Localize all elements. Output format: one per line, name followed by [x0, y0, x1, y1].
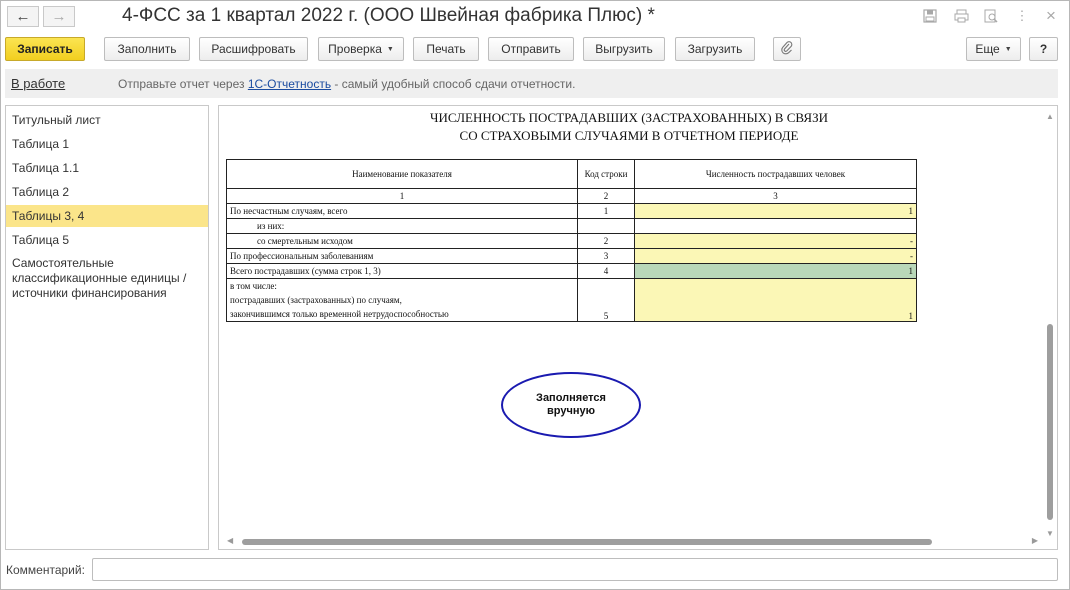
preview-icon[interactable]: [983, 8, 999, 24]
table-row: со смертельным исходом 2 -: [226, 233, 917, 249]
check-dropdown[interactable]: Проверка ▼: [318, 37, 404, 61]
forward-button[interactable]: →: [43, 6, 75, 27]
attach-button[interactable]: [773, 37, 801, 61]
row-code: [577, 218, 635, 234]
arrow-left-icon: ←: [15, 8, 31, 25]
value-cell[interactable]: 1: [634, 278, 917, 322]
row-name-line: пострадавших (застрахованных) по случаям…: [230, 295, 402, 305]
note-line-1: Заполняется: [536, 392, 606, 404]
status-link[interactable]: В работе: [11, 76, 65, 91]
more-dropdown[interactable]: Еще ▼: [966, 37, 1021, 61]
1c-reporting-link[interactable]: 1С-Отчетность: [248, 77, 331, 91]
section-item-title-page[interactable]: Титульный лист: [6, 109, 208, 131]
row-code: 2: [577, 233, 635, 249]
table-row: в том числе: пострадавших (застрахованны…: [226, 278, 917, 322]
manual-fill-note: Заполняется вручную: [501, 372, 641, 438]
row-name-line: в том числе:: [230, 281, 277, 291]
table-header-row: Наименование показателя Код строки Числе…: [226, 159, 917, 189]
value-cell[interactable]: 1: [634, 203, 917, 219]
info-message-after: - самый удобный способ сдачи отчетности.: [331, 77, 576, 91]
export-button[interactable]: Выгрузить: [583, 37, 665, 61]
row-name: со смертельным исходом: [226, 233, 578, 249]
more-icon[interactable]: ⋮: [1014, 8, 1030, 24]
report-area: ЧИСЛЕННОСТЬ ПОСТРАДАВШИХ (ЗАСТРАХОВАННЫХ…: [218, 105, 1058, 550]
row-name: в том числе: пострадавших (застрахованны…: [226, 278, 578, 322]
table-row: из них:: [226, 218, 917, 234]
window-title: 4-ФСС за 1 квартал 2022 г. (ООО Швейная …: [122, 5, 655, 26]
table-row: Всего пострадавших (сумма строк 1, 3) 4 …: [226, 263, 917, 279]
value-cell: [634, 218, 917, 234]
scroll-left-icon[interactable]: ◀: [227, 536, 233, 545]
print-icon[interactable]: [953, 8, 969, 24]
row-name: Всего пострадавших (сумма строк 1, 3): [226, 263, 578, 279]
row-code: 1: [577, 203, 635, 219]
close-glyph: ×: [1046, 6, 1056, 25]
comment-label: Комментарий:: [6, 563, 85, 577]
caret-down-icon: ▼: [1004, 45, 1012, 53]
arrow-right-icon: →: [51, 8, 67, 25]
value-cell-calculated[interactable]: 1: [634, 263, 917, 279]
column-number: 2: [577, 188, 635, 204]
horizontal-scrollbar[interactable]: ◀ ▶: [225, 536, 1040, 546]
column-number: 1: [226, 188, 578, 204]
back-button[interactable]: ←: [7, 6, 39, 27]
help-button[interactable]: ?: [1029, 37, 1058, 61]
save-icon[interactable]: [922, 8, 938, 24]
column-number: 3: [634, 188, 917, 204]
vertical-scrollbar[interactable]: ▲ ▼: [1045, 112, 1055, 538]
section-item-table-1[interactable]: Таблица 1: [6, 133, 208, 155]
check-label: Проверка: [328, 42, 382, 56]
scroll-down-icon[interactable]: ▼: [1046, 529, 1054, 538]
section-item-independent-units[interactable]: Самостоятельные классификационные единиц…: [6, 256, 208, 301]
section-item-table-2[interactable]: Таблица 2: [6, 181, 208, 203]
row-code: 3: [577, 248, 635, 264]
close-icon[interactable]: ×: [1043, 6, 1059, 25]
row-name: из них:: [226, 218, 578, 234]
print-button[interactable]: Печать: [413, 37, 479, 61]
column-number-row: 1 2 3: [226, 188, 917, 204]
more-glyph: ⋮: [1015, 8, 1029, 23]
app-window: ← → 4-ФСС за 1 квартал 2022 г. (ООО Швей…: [0, 0, 1070, 590]
decode-button[interactable]: Расшифровать: [199, 37, 308, 61]
caret-down-icon: ▼: [386, 45, 394, 53]
title-bar: ← → 4-ФСС за 1 квартал 2022 г. (ООО Швей…: [1, 1, 1069, 33]
report-title-line-2: СО СТРАХОВЫМИ СЛУЧАЯМИ В ОТЧЕТНОМ ПЕРИОД…: [459, 128, 799, 143]
report-title-line-1: ЧИСЛЕННОСТЬ ПОСТРАДАВШИХ (ЗАСТРАХОВАННЫХ…: [430, 110, 828, 125]
value-cell[interactable]: -: [634, 248, 917, 264]
paperclip-icon: [781, 40, 793, 58]
section-item-tables-3-4[interactable]: Таблицы 3, 4: [6, 205, 208, 227]
import-button[interactable]: Загрузить: [675, 37, 755, 61]
scroll-up-icon[interactable]: ▲: [1046, 112, 1054, 121]
horizontal-scroll-thumb[interactable]: [242, 539, 932, 545]
fill-button[interactable]: Заполнить: [104, 37, 190, 61]
header-count: Численность пострадавших человек: [634, 159, 917, 189]
row-name-line: закончившимся только временной нетрудосп…: [230, 309, 449, 319]
row-code: 5: [577, 278, 635, 322]
table-row: По несчастным случаям, всего 1 1: [226, 203, 917, 219]
row-name: По несчастным случаям, всего: [226, 203, 578, 219]
section-item-table-5[interactable]: Таблица 5: [6, 229, 208, 251]
row-name: По профессиональным заболеваниям: [226, 248, 578, 264]
info-message-before: Отправьте отчет через: [118, 77, 248, 91]
scroll-right-icon[interactable]: ▶: [1032, 536, 1038, 545]
save-button[interactable]: Записать: [5, 37, 85, 61]
info-bar: В работе Отправьте отчет через 1С-Отчетн…: [5, 69, 1058, 98]
vertical-scroll-thumb[interactable]: [1047, 324, 1053, 520]
info-message: Отправьте отчет через 1С-Отчетность - са…: [118, 77, 575, 91]
value-cell[interactable]: -: [634, 233, 917, 249]
header-code: Код строки: [577, 159, 635, 189]
more-label: Еще: [975, 42, 1000, 56]
send-button[interactable]: Отправить: [488, 37, 574, 61]
section-list: Титульный лист Таблица 1 Таблица 1.1 Таб…: [5, 105, 209, 550]
header-name: Наименование показателя: [226, 159, 578, 189]
table-row: По профессиональным заболеваниям 3 -: [226, 248, 917, 264]
note-line-2: вручную: [547, 405, 595, 417]
row-code: 4: [577, 263, 635, 279]
section-item-table-1-1[interactable]: Таблица 1.1: [6, 157, 208, 179]
comment-input[interactable]: [92, 558, 1058, 581]
report-table: Наименование показателя Код строки Числе…: [226, 159, 917, 322]
